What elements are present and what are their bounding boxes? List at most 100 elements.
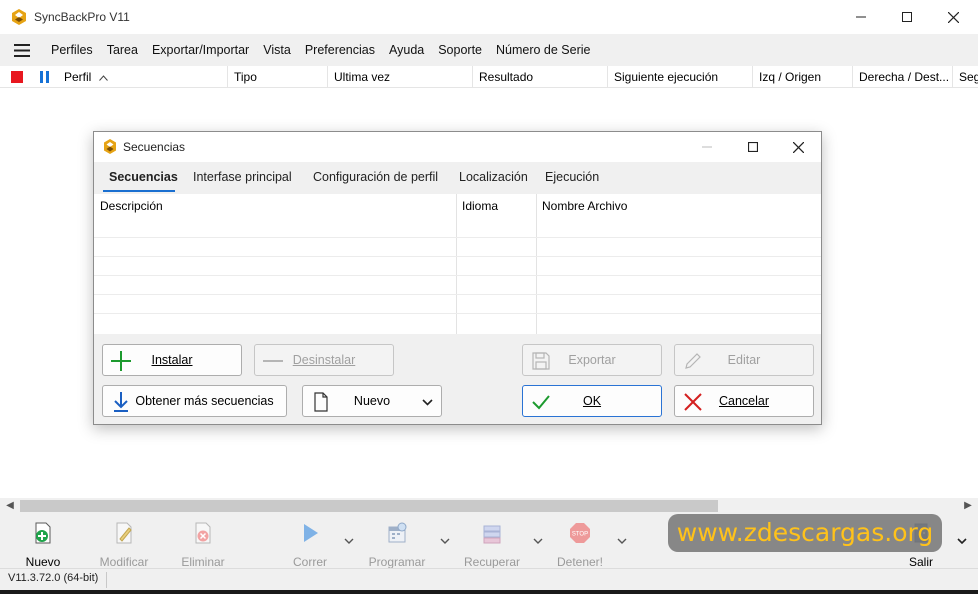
exportar-button-label: Exportar	[568, 353, 616, 367]
scrollbar-thumb[interactable]	[20, 500, 718, 512]
tab-configuracion-de-perfil[interactable]: Configuración de perfil	[313, 170, 438, 184]
maximize-button[interactable]	[884, 0, 930, 34]
scroll-right-icon[interactable]: ▶	[960, 498, 976, 514]
nuevo-button-label: Nuevo	[353, 394, 391, 408]
menu-numero-de-serie[interactable]: Número de Serie	[489, 43, 598, 57]
grid-header-descripcion[interactable]: Descripción	[94, 194, 456, 218]
tab-ejecucion[interactable]: Ejecución	[545, 170, 599, 184]
column-derecha-destino[interactable]: Derecha / Dest...	[853, 66, 953, 88]
new-profile-icon	[35, 522, 51, 544]
horizontal-scrollbar[interactable]: ◀ ▶	[0, 498, 978, 514]
dialog-title: Secuencias	[123, 140, 186, 154]
delete-profile-icon	[195, 522, 211, 544]
active-tab-indicator	[103, 190, 175, 192]
dialog-title-bar: Secuencias	[94, 132, 821, 162]
stop-sign-icon: STOP	[570, 523, 590, 543]
recuperar-toolbar-button[interactable]: Recuperar	[456, 518, 528, 569]
close-icon	[792, 141, 804, 153]
minimize-icon	[702, 146, 712, 148]
menu-perfiles[interactable]: Perfiles	[44, 43, 100, 57]
nuevo-dropdown-button[interactable]: Nuevo	[302, 385, 442, 417]
modificar-toolbar-button[interactable]: Modificar	[88, 518, 160, 569]
grid-row-line	[94, 275, 821, 276]
menu-exportar-importar[interactable]: Exportar/Importar	[145, 43, 256, 57]
grid-header-idioma[interactable]: Idioma	[456, 194, 536, 218]
dialog-minimize-button[interactable]	[684, 132, 730, 162]
editar-button[interactable]: Editar	[674, 344, 814, 376]
modify-profile-icon	[116, 522, 132, 544]
chevron-down-icon	[422, 399, 433, 406]
programar-toolbar-button[interactable]: Programar	[361, 518, 433, 569]
correr-toolbar-label: Correr	[292, 555, 327, 569]
scroll-left-icon[interactable]: ◀	[2, 498, 18, 514]
stop-all-icon[interactable]	[11, 71, 23, 83]
pause-all-icon-bar	[46, 71, 49, 83]
syncback-logo-icon	[12, 9, 26, 25]
instalar-button-label: Instalar	[151, 353, 193, 367]
desinstalar-button[interactable]: Desinstalar	[254, 344, 394, 376]
column-resultado[interactable]: Resultado	[473, 66, 608, 88]
schedule-calendar-icon	[388, 522, 407, 543]
cancelar-button[interactable]: Cancelar	[674, 385, 814, 417]
menu-tarea[interactable]: Tarea	[100, 43, 145, 57]
version-status: V11.3.72.0 (64-bit)	[8, 572, 108, 588]
detener-toolbar-label: Detener!	[556, 555, 604, 569]
minimize-button[interactable]	[838, 0, 884, 34]
grid-header-nombre-archivo[interactable]: Nombre Archivo	[536, 194, 821, 218]
grid-row-line	[94, 294, 821, 295]
column-ultima-vez[interactable]: Ultima vez	[328, 66, 473, 88]
detener-dropdown-chevron-icon[interactable]	[615, 534, 629, 548]
exportar-button[interactable]: Exportar	[522, 344, 662, 376]
window-bottom-edge	[0, 590, 978, 594]
grid-row-line	[94, 256, 821, 257]
detener-toolbar-button[interactable]: STOP Detener!	[544, 518, 616, 569]
grid-row-line	[94, 313, 821, 314]
secuencias-dialog: Secuencias Secuencias Interfase principa…	[93, 131, 822, 425]
eliminar-toolbar-button[interactable]: Eliminar	[167, 518, 239, 569]
tab-interfase-principal[interactable]: Interfase principal	[193, 170, 292, 184]
column-perfil-label: Perfil	[64, 70, 92, 84]
correr-toolbar-button[interactable]: Correr	[274, 518, 346, 569]
modificar-toolbar-label: Modificar	[99, 555, 149, 569]
minimize-icon	[856, 16, 866, 18]
close-icon	[947, 11, 959, 23]
menu-ayuda[interactable]: Ayuda	[382, 43, 431, 57]
salir-toolbar-label: Salir	[908, 555, 933, 569]
maximize-icon	[748, 142, 758, 152]
tab-secuencias[interactable]: Secuencias	[109, 170, 178, 184]
tab-localizacion[interactable]: Localización	[459, 170, 528, 184]
toolbar-more-chevron-icon[interactable]	[955, 534, 969, 548]
recuperar-dropdown-chevron-icon[interactable]	[531, 534, 545, 548]
cancelar-button-label: Cancelar	[718, 394, 770, 408]
status-bar: V11.3.72.0 (64-bit)	[0, 568, 978, 590]
hamburger-menu-button[interactable]	[0, 34, 44, 66]
dialog-tab-bar: Secuencias Interfase principal Configura…	[94, 162, 821, 194]
column-perfil[interactable]: Perfil	[58, 66, 228, 88]
pause-all-icon[interactable]	[40, 71, 43, 83]
ok-button[interactable]: OK	[522, 385, 662, 417]
obtener-mas-secuencias-button[interactable]: Obtener más secuencias	[102, 385, 287, 417]
ok-button-label: OK	[582, 394, 602, 408]
recuperar-toolbar-label: Recuperar	[463, 555, 521, 569]
menu-preferencias[interactable]: Preferencias	[298, 43, 382, 57]
instalar-button[interactable]: Instalar	[102, 344, 242, 376]
syncback-logo-icon	[104, 139, 116, 154]
correr-dropdown-chevron-icon[interactable]	[342, 534, 356, 548]
sort-up-icon	[98, 75, 108, 81]
programar-dropdown-chevron-icon[interactable]	[438, 534, 452, 548]
dialog-close-button[interactable]	[775, 132, 821, 162]
menu-vista[interactable]: Vista	[256, 43, 298, 57]
menu-soporte[interactable]: Soporte	[431, 43, 489, 57]
close-button[interactable]	[930, 0, 976, 34]
column-izq-origen[interactable]: Izq / Origen	[753, 66, 853, 88]
window-title: SyncBackPro V11	[34, 10, 130, 24]
run-play-icon	[304, 524, 318, 542]
column-seg[interactable]: Seg	[953, 66, 978, 88]
nuevo-toolbar-label: Nuevo	[25, 555, 61, 569]
desinstalar-button-label: Desinstalar	[292, 353, 356, 367]
dialog-maximize-button[interactable]	[730, 132, 776, 162]
column-siguiente-ejecucion[interactable]: Siguiente ejecución	[608, 66, 753, 88]
column-tipo[interactable]: Tipo	[228, 66, 328, 88]
sequences-grid[interactable]: Descripción Idioma Nombre Archivo	[94, 194, 821, 334]
nuevo-toolbar-button[interactable]: Nuevo	[7, 518, 79, 569]
